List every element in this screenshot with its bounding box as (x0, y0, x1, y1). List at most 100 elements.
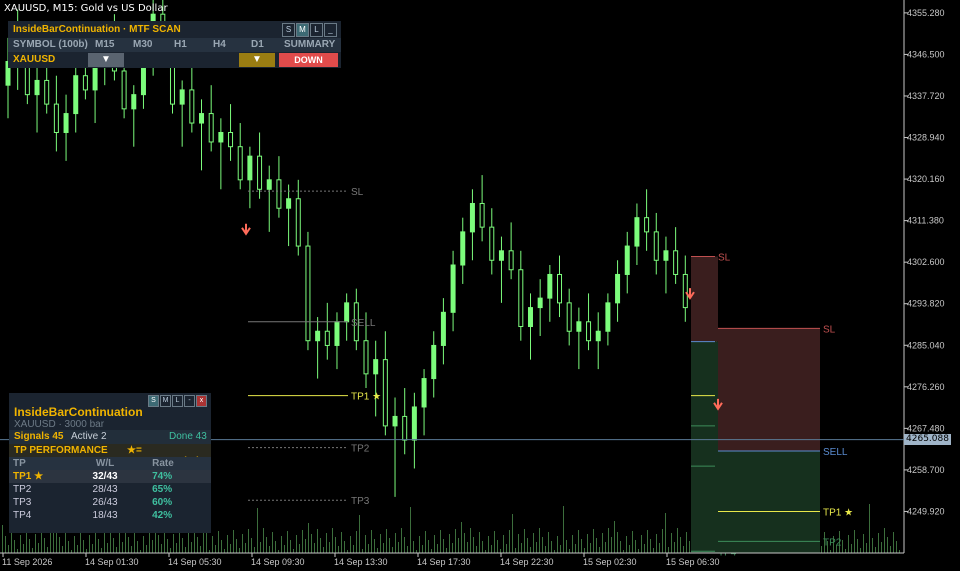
price-tick-label: 4337.720 (907, 91, 945, 101)
candle-body (247, 155, 253, 181)
volume-bar (62, 546, 63, 553)
volume-bar (686, 532, 687, 553)
volume-bar (224, 549, 225, 553)
volume-bar (299, 544, 300, 553)
candle-body (518, 269, 524, 328)
rate-cell: 42% (152, 510, 173, 521)
candle-body (557, 273, 563, 304)
perf-large-button[interactable]: L (172, 395, 183, 407)
perf-small-button[interactable]: S (148, 395, 159, 407)
volume-bar (446, 548, 447, 553)
medium-button[interactable]: M (296, 23, 309, 37)
volume-bar (575, 544, 576, 553)
scan-row-xauusd[interactable]: XAUUSD ▼ ▼ DOWN (8, 52, 341, 68)
candle-body (440, 311, 446, 346)
trade1-tp2-label: TP2 (351, 444, 370, 455)
perf-close-button[interactable]: x (196, 395, 207, 407)
candle-body (537, 297, 543, 309)
trade3-sl-label: SL (823, 324, 836, 335)
volume-bar (641, 535, 642, 553)
perf-size-buttons: S M L - x (148, 395, 207, 407)
volume-bar (488, 536, 489, 553)
candle-body (547, 273, 553, 299)
perf-medium-button[interactable]: M (160, 395, 171, 407)
time-tick-label: 14 Sep 09:30 (251, 557, 305, 567)
volume-bar (275, 541, 276, 553)
volume-bar (572, 535, 573, 553)
volume-bar (251, 538, 252, 553)
summary-cell: DOWN (279, 53, 338, 67)
volume-bar (17, 549, 18, 553)
volume-bar (392, 547, 393, 553)
volume-bar (242, 534, 243, 553)
volume-bar (419, 536, 420, 553)
candle-body (566, 302, 572, 332)
volume-bar (647, 530, 648, 553)
header-h4: H4 (213, 39, 226, 50)
candle-body (63, 113, 69, 134)
volume-bar (365, 535, 366, 553)
m15-signal-cell: ▼ (88, 53, 124, 67)
volume-bar (530, 547, 531, 553)
small-button[interactable]: S (282, 23, 295, 37)
volume-bar (107, 543, 108, 553)
trade-levels: SLSELLTP1 ★TP2TP3SLSELLTP1 ★TP2TP3TP4SLS… (241, 187, 853, 558)
volume-bar (665, 513, 666, 553)
volume-bar (20, 535, 21, 553)
candle-body (644, 217, 650, 233)
volume-bar (314, 543, 315, 553)
volume-bar (188, 533, 189, 553)
minimize-button[interactable]: _ (324, 23, 337, 37)
volume-bar (29, 539, 30, 553)
candle-body (498, 250, 504, 261)
candle-body (624, 245, 630, 275)
perf-minimize-button[interactable]: - (184, 395, 195, 407)
volume-bar (656, 534, 657, 553)
table-row: TP2 28/43 65% (9, 483, 211, 496)
volume-bar (863, 534, 864, 553)
volume-bar (545, 546, 546, 553)
table-row: TP3 26/43 60% (9, 496, 211, 509)
volume-bar (173, 534, 174, 553)
volume-bar (569, 549, 570, 553)
tp-cell: TP1 ★ (9, 470, 77, 483)
candle-body (34, 79, 40, 96)
mtf-scan-panel[interactable]: InsideBarContinuation · MTF SCAN S M L _… (8, 21, 341, 68)
volume-bar (533, 533, 534, 553)
candle-body (44, 79, 50, 105)
volume-bar (455, 529, 456, 553)
header-m15: M15 (95, 39, 115, 50)
volume-bar (515, 548, 516, 553)
volume-bar (152, 540, 153, 553)
rate-cell: 74% (134, 470, 211, 483)
volume-bar (662, 529, 663, 553)
candle-body (344, 302, 350, 323)
candle-body (527, 307, 533, 328)
volume-bar (44, 538, 45, 553)
volume-bar (560, 545, 561, 553)
candle-body (189, 89, 195, 124)
time-tick-label: 14 Sep 22:30 (500, 557, 554, 567)
volume-bar (551, 541, 552, 553)
time-tick-label: 15 Sep 06:30 (666, 557, 720, 567)
volume-bar (476, 546, 477, 553)
volume-bar (350, 536, 351, 553)
volume-bar (494, 531, 495, 553)
volume-bar (158, 535, 159, 553)
perf-title: InsideBarContinuation (14, 405, 143, 419)
volume-bar (821, 546, 822, 553)
candle-body (208, 113, 214, 143)
volume-bar (269, 546, 270, 553)
volume-bar (83, 540, 84, 553)
volume-bar (116, 547, 117, 553)
volume-bar (536, 542, 537, 553)
volume-bar (359, 515, 360, 553)
volume-bar (143, 536, 144, 553)
tp-performance-panel[interactable]: S M L - x InsideBarContinuation XAUUSD ·… (9, 393, 211, 533)
volume-bar (593, 529, 594, 553)
large-button[interactable]: L (310, 23, 323, 37)
volume-bar (587, 534, 588, 553)
wl-cell: 26/43 (92, 497, 118, 508)
volume-bar (101, 548, 102, 553)
volume-bar (668, 547, 669, 553)
